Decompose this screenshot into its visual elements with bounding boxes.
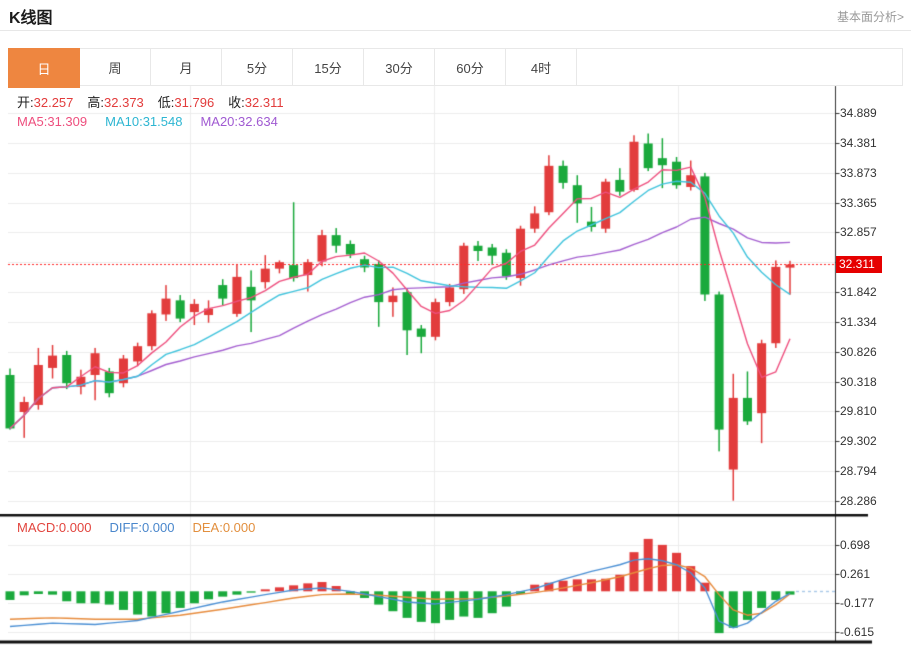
ohlcRow-label-3: 收: bbox=[228, 95, 245, 110]
ma-readout: MA5:31.309 MA10:31.548 MA20:32.634 bbox=[17, 114, 296, 129]
page-title: K线图 bbox=[9, 4, 53, 28]
maRow-value-0: 31.309 bbox=[47, 114, 87, 129]
price-axis-label: 29.810 bbox=[840, 403, 877, 419]
tab-period-5[interactable]: 30分 bbox=[364, 49, 435, 85]
price-axis-label: 28.794 bbox=[840, 463, 877, 479]
price-axis-label: 32.857 bbox=[840, 224, 877, 240]
ohlcRow-value-3: 32.311 bbox=[245, 95, 284, 110]
macdRow-label-0: MACD: bbox=[17, 520, 59, 535]
price-axis-label: 30.318 bbox=[840, 374, 877, 390]
ohlcRow-label-2: 低: bbox=[158, 95, 175, 110]
price-axis-label: 33.873 bbox=[840, 165, 877, 181]
ohlcRow-value-0: 32.257 bbox=[34, 95, 74, 110]
price-axis-label: 28.286 bbox=[840, 493, 877, 509]
macd-axis-label: -0.177 bbox=[840, 595, 874, 611]
price-axis-label: 33.365 bbox=[840, 195, 877, 211]
macdRow-value-1: 0.000 bbox=[142, 520, 175, 535]
tab-period-3[interactable]: 5分 bbox=[222, 49, 293, 85]
tab-period-1[interactable]: 周 bbox=[80, 49, 151, 85]
price-axis-label: 31.842 bbox=[840, 284, 877, 300]
macd-axis-label: -0.615 bbox=[840, 624, 874, 640]
price-axis-label: 34.381 bbox=[840, 135, 877, 151]
ohlcRow-label-1: 高: bbox=[87, 95, 104, 110]
period-tabbar: 日周月5分15分30分60分4时 bbox=[8, 48, 903, 86]
maRow-label-1: MA10: bbox=[105, 114, 143, 129]
tab-period-7[interactable]: 4时 bbox=[506, 49, 577, 85]
maRow-value-2: 32.634 bbox=[238, 114, 278, 129]
maRow-label-2: MA20: bbox=[200, 114, 238, 129]
kline-widget: K线图 基本面分析> 日周月5分15分30分60分4时 开:32.257高:32… bbox=[0, 0, 911, 645]
fundamental-analysis-link[interactable]: 基本面分析> bbox=[837, 8, 904, 25]
macdRow-value-0: 0.000 bbox=[59, 520, 92, 535]
maRow-value-1: 31.548 bbox=[143, 114, 183, 129]
macd-axis-label: 0.698 bbox=[840, 537, 870, 553]
ohlc-readout: 开:32.257 高:32.373 低:31.796 收:32.311 bbox=[17, 92, 298, 111]
price-axis-label: 30.826 bbox=[840, 344, 877, 360]
maRow-label-0: MA5: bbox=[17, 114, 47, 129]
price-axis-label: 34.889 bbox=[840, 105, 877, 121]
tab-period-6[interactable]: 60分 bbox=[435, 49, 506, 85]
macd-readout: MACD:0.000DIFF:0.000DEA:0.000 bbox=[17, 520, 273, 535]
ohlcRow-value-1: 32.373 bbox=[104, 95, 144, 110]
price-axis-label: 31.334 bbox=[840, 314, 877, 330]
macd-axis-label: 0.261 bbox=[840, 566, 870, 582]
macdRow-label-1: DIFF: bbox=[109, 520, 142, 535]
last-price-badge: 32.311 bbox=[836, 256, 882, 273]
tab-period-0[interactable]: 日 bbox=[8, 48, 80, 88]
macdRow-value-2: 0.000 bbox=[223, 520, 256, 535]
ohlcRow-value-2: 31.796 bbox=[174, 95, 214, 110]
ohlcRow-label-0: 开: bbox=[17, 95, 34, 110]
tab-period-2[interactable]: 月 bbox=[151, 49, 222, 85]
page-header: K线图 基本面分析> bbox=[0, 0, 911, 31]
price-axis-label: 29.302 bbox=[840, 433, 877, 449]
tab-period-4[interactable]: 15分 bbox=[293, 49, 364, 85]
macdRow-label-2: DEA: bbox=[192, 520, 222, 535]
